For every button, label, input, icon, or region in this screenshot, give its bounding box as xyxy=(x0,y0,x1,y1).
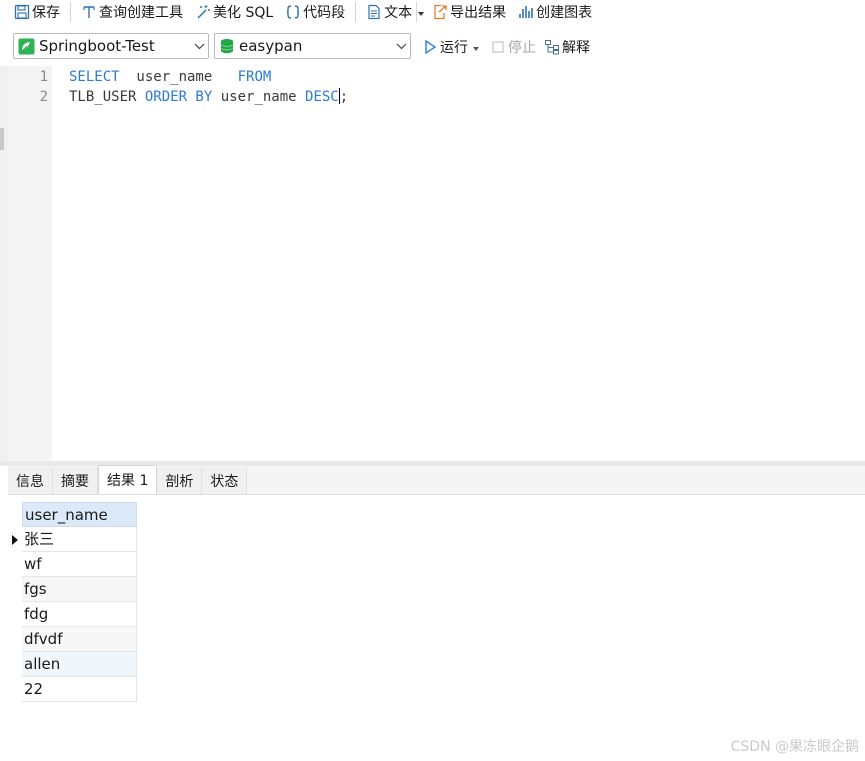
table-row[interactable]: fgs xyxy=(8,577,137,602)
stop-label: 停止 xyxy=(508,40,536,56)
tab-summary[interactable]: 摘要 xyxy=(53,467,98,494)
table-row[interactable]: wf xyxy=(8,552,137,577)
tab-status[interactable]: 状态 xyxy=(202,467,248,494)
table-cell[interactable]: 22 xyxy=(22,677,137,702)
row-indicator xyxy=(8,552,22,577)
chevron-down-icon xyxy=(392,34,410,58)
tab-info[interactable]: 信息 xyxy=(8,467,53,494)
chevron-down-icon xyxy=(190,34,208,58)
caret-down-icon xyxy=(473,39,479,55)
row-indicator xyxy=(8,627,22,652)
sql-keyword: ORDER BY xyxy=(144,89,213,105)
document-icon xyxy=(366,4,382,20)
table-cell[interactable]: fgs xyxy=(22,577,137,602)
row-indicator-header xyxy=(8,502,22,527)
connection-icon xyxy=(18,38,35,55)
caret-down-icon xyxy=(417,4,424,20)
database-select[interactable]: easypan xyxy=(214,33,411,59)
sql-line: SELECT user_name FROM xyxy=(69,67,271,87)
stop-button[interactable]: 停止 xyxy=(488,35,538,59)
table-row[interactable]: 22 xyxy=(8,677,137,702)
create-chart-label: 创建图表 xyxy=(536,5,593,21)
table-row[interactable]: allen xyxy=(8,652,137,677)
grid-header-row: user_name xyxy=(8,502,137,527)
save-button[interactable]: 保存 xyxy=(10,0,64,24)
run-label: 运行 xyxy=(440,40,468,56)
query-builder-icon xyxy=(81,4,97,20)
text-mode-label: 文本 xyxy=(384,5,413,21)
text-mode-button[interactable]: 文本 xyxy=(362,0,416,24)
sql-keyword: FROM xyxy=(237,69,272,85)
toolbar-separator xyxy=(70,2,71,22)
result-grid: user_name 张三 wf fgs fdg dfvdf allen 22 xyxy=(8,502,137,702)
query-builder-label: 查询创建工具 xyxy=(99,5,183,21)
run-button[interactable]: 运行 xyxy=(420,35,470,59)
current-row-arrow-icon xyxy=(8,527,22,552)
editor-left-strip xyxy=(0,66,8,461)
run-controls: 运行 停止 解释 xyxy=(420,36,592,58)
watermark: CSDN @果冻眼企鹅 xyxy=(730,739,859,755)
column-header-user-name[interactable]: user_name xyxy=(22,502,137,527)
explain-button[interactable]: 解释 xyxy=(542,35,592,59)
table-row[interactable]: fdg xyxy=(8,602,137,627)
query-builder-button[interactable]: 查询创建工具 xyxy=(77,0,187,24)
save-icon xyxy=(14,4,30,20)
splitter-handle[interactable] xyxy=(0,128,4,150)
tab-profile[interactable]: 剖析 xyxy=(157,467,203,494)
table-cell[interactable]: dfvdf xyxy=(22,627,137,652)
beautify-sql-label: 美化 SQL xyxy=(213,5,274,21)
sql-editor[interactable]: SELECT user_name FROM TLB_USER ORDER BY … xyxy=(52,66,865,461)
row-indicator xyxy=(8,677,22,702)
table-row[interactable]: 张三 xyxy=(8,527,137,552)
export-icon xyxy=(432,4,448,20)
explain-icon xyxy=(544,39,560,55)
line-number: 2 xyxy=(39,89,48,105)
line-number: 1 xyxy=(39,69,48,85)
play-icon xyxy=(422,39,438,55)
beautify-sql-button[interactable]: 美化 SQL xyxy=(191,0,277,24)
chart-icon xyxy=(518,4,534,20)
code-snippet-label: 代码段 xyxy=(303,5,346,21)
table-cell[interactable]: fdg xyxy=(22,602,137,627)
explain-label: 解释 xyxy=(562,40,590,56)
sql-line: TLB_USER ORDER BY user_name DESC; xyxy=(69,87,348,107)
run-dropdown[interactable] xyxy=(470,39,482,55)
export-result-button[interactable]: 导出结果 xyxy=(428,0,510,24)
tab-result-1[interactable]: 结果 1 xyxy=(98,465,158,494)
stop-icon xyxy=(490,39,506,55)
table-cell[interactable]: allen xyxy=(22,652,137,677)
braces-icon xyxy=(285,4,301,20)
sql-terminator: ; xyxy=(339,89,349,105)
table-cell[interactable]: 张三 xyxy=(22,527,137,552)
text-mode-dropdown[interactable] xyxy=(416,2,424,22)
line-number-gutter: 1 2 xyxy=(8,66,52,461)
main-toolbar: 保存 查询创建工具 美化 SQL 代码段 文本 导出结果 创建图表 xyxy=(0,0,865,24)
sql-identifier: user_name xyxy=(119,69,238,85)
table-cell[interactable]: wf xyxy=(22,552,137,577)
row-indicator xyxy=(8,652,22,677)
row-indicator xyxy=(8,602,22,627)
sql-keyword: DESC xyxy=(305,89,339,105)
sql-identifier: user_name xyxy=(212,89,306,105)
magic-wand-icon xyxy=(195,4,211,20)
connection-select[interactable]: Springboot-Test xyxy=(13,33,209,59)
toolbar-separator xyxy=(355,2,357,22)
code-snippet-button[interactable]: 代码段 xyxy=(281,0,349,24)
row-indicator xyxy=(8,577,22,602)
database-name: easypan xyxy=(239,37,303,55)
save-label: 保存 xyxy=(32,5,60,21)
sql-identifier: TLB_USER xyxy=(69,89,145,105)
connection-name: Springboot-Test xyxy=(39,37,155,55)
create-chart-button[interactable]: 创建图表 xyxy=(514,0,596,24)
sql-keyword: SELECT xyxy=(69,69,120,85)
result-tabs: 信息 摘要 结果 1 剖析 状态 xyxy=(8,465,865,495)
table-row[interactable]: dfvdf xyxy=(8,627,137,652)
export-result-label: 导出结果 xyxy=(450,5,507,21)
database-icon xyxy=(219,38,235,55)
